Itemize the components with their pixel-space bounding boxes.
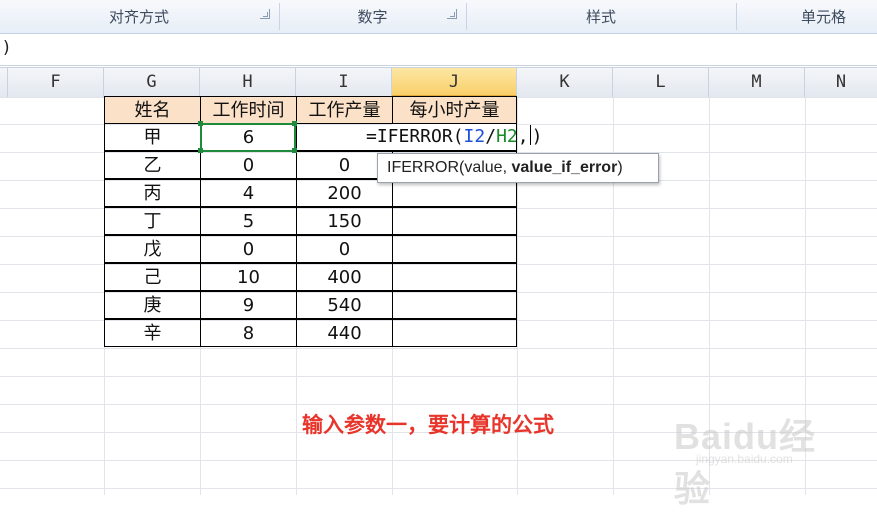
cell-hourly-output[interactable] <box>392 207 517 235</box>
selection-handle[interactable] <box>198 148 203 153</box>
column-header-f[interactable]: F <box>8 68 104 97</box>
ribbon-group-styles-label: 样式 <box>585 8 616 26</box>
number-dialog-launcher-icon[interactable] <box>447 9 457 19</box>
cell-output[interactable]: 150 <box>296 207 393 235</box>
column-header-k[interactable]: K <box>517 68 613 97</box>
gridline <box>0 376 877 377</box>
ribbon-group-styles: 样式 <box>467 0 735 33</box>
ribbon-group-number-label: 数字 <box>357 8 388 26</box>
cell-output[interactable]: 540 <box>296 291 393 319</box>
column-header-m[interactable]: M <box>709 68 805 97</box>
cell-hourly-output[interactable] <box>392 235 517 263</box>
cell-hourly-output[interactable] <box>392 263 517 291</box>
header-cell-name[interactable]: 姓名 <box>104 96 201 124</box>
in-cell-editor[interactable]: =IFERROR(I2/H2,) <box>296 123 544 151</box>
formula-bar-text[interactable]: ) <box>3 38 10 58</box>
cell-hours[interactable]: 9 <box>200 291 297 319</box>
column-header-row: F G H I J K L M N <box>0 67 877 98</box>
formula-comma: , <box>517 126 529 147</box>
column-header-h[interactable]: H <box>200 68 296 97</box>
ribbon-group-alignment: 对齐方式 <box>0 0 278 33</box>
cell-hourly-output[interactable] <box>392 319 517 347</box>
cell-name[interactable]: 辛 <box>104 319 201 347</box>
column-header-g[interactable]: G <box>104 68 200 97</box>
cell-hours[interactable]: 0 <box>200 151 297 179</box>
function-argument-tooltip[interactable]: IFERROR(value, value_if_error) <box>377 153 659 183</box>
formula-ref-h2: H2 <box>496 126 518 147</box>
column-header-l[interactable]: L <box>613 68 709 97</box>
tooltip-function-signature: IFERROR(value, <box>387 159 512 176</box>
cell-name[interactable]: 庚 <box>104 291 201 319</box>
cell-hours[interactable]: 5 <box>200 207 297 235</box>
cell-name[interactable]: 甲 <box>104 123 201 151</box>
cell-hours[interactable]: 4 <box>200 179 297 207</box>
selection-handle[interactable] <box>198 121 203 126</box>
cell-hours[interactable]: 0 <box>200 235 297 263</box>
column-header-j[interactable]: J <box>392 68 517 97</box>
header-cell-output[interactable]: 工作产量 <box>296 96 393 124</box>
ribbon-group-alignment-label: 对齐方式 <box>108 8 169 26</box>
ribbon-group-number: 数字 <box>280 0 465 33</box>
cell-output[interactable]: 0 <box>296 235 393 263</box>
cell-hours[interactable]: 8 <box>200 319 297 347</box>
column-header-edge <box>0 68 8 97</box>
cell-name[interactable]: 丁 <box>104 207 201 235</box>
cell-hourly-output[interactable] <box>392 291 517 319</box>
formula-close-paren: ) <box>531 126 543 147</box>
watermark: Baidu经验 jingyan.baidu.com <box>668 400 838 509</box>
cell-hours[interactable]: 10 <box>200 263 297 291</box>
formula-slash: / <box>485 126 497 147</box>
header-cell-hours[interactable]: 工作时间 <box>200 96 297 124</box>
instruction-annotation: 输入参数一，要计算的公式 <box>302 413 554 437</box>
header-cell-hourly-output[interactable]: 每小时产量 <box>392 96 517 124</box>
watermark-url: jingyan.baidu.com <box>696 452 793 466</box>
active-cell-border <box>200 123 296 152</box>
column-header-n[interactable]: N <box>805 68 877 97</box>
ribbon-group-cells-label: 单元格 <box>801 8 847 26</box>
formula-bar[interactable]: ) <box>0 34 877 66</box>
ribbon-group-labels: 对齐方式 数字 样式 单元格 <box>0 0 877 34</box>
text-caret <box>529 125 531 145</box>
formula-text[interactable]: =IFERROR(I2/H2,) <box>366 123 542 151</box>
tooltip-close-paren: ) <box>617 159 623 176</box>
cell-name[interactable]: 己 <box>104 263 201 291</box>
formula-prefix: =IFERROR( <box>366 126 464 147</box>
cell-name[interactable]: 戊 <box>104 235 201 263</box>
cell-output[interactable]: 200 <box>296 179 393 207</box>
cell-output[interactable]: 440 <box>296 319 393 347</box>
cell-name[interactable]: 乙 <box>104 151 201 179</box>
ribbon-group-cells: 单元格 <box>737 0 877 33</box>
cell-name[interactable]: 丙 <box>104 179 201 207</box>
formula-ref-i2: I2 <box>463 126 486 147</box>
alignment-dialog-launcher-icon[interactable] <box>260 9 270 19</box>
column-header-i[interactable]: I <box>296 68 392 97</box>
cell-hourly-output[interactable] <box>392 179 517 207</box>
cell-output[interactable]: 400 <box>296 263 393 291</box>
tooltip-current-argument[interactable]: value_if_error <box>511 159 617 176</box>
gridline <box>0 348 877 349</box>
